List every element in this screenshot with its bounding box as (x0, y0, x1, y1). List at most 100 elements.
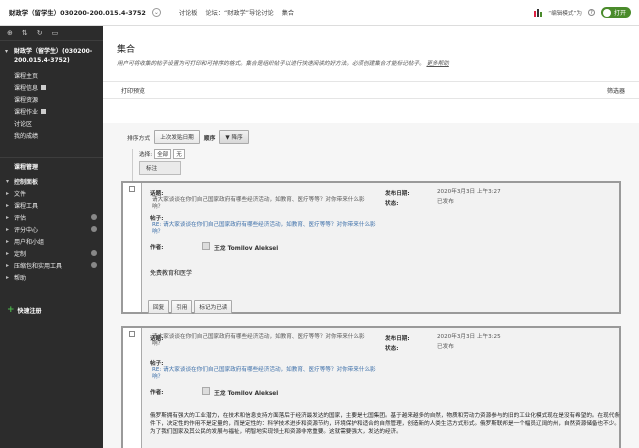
divider (132, 149, 133, 181)
select-label: 选择: (139, 152, 153, 158)
hidden-indicator-icon (41, 108, 47, 114)
edit-mode-label: “编辑模式”为 (548, 10, 582, 17)
post-label: 帖子: (150, 361, 164, 367)
status-label: 状态: (385, 201, 399, 207)
subject-text: 请大家谈谈在你们自己国家政府有哪些经济活动，如教育、医疗等等？对你带来什么影响？ (152, 197, 365, 210)
sidebar-item-label: 课程资源 (14, 96, 39, 104)
toggle-label: 打开 (613, 10, 626, 17)
description-text: 用户可将收集的帖子设置为可打印和可排序的格式。集合是组织帖子以进行快速阅读的好方… (117, 61, 425, 67)
sidebar-tool-customization[interactable]: 定制 (0, 247, 103, 259)
course-name[interactable]: 财政学（留学生）(030200-200.015.4-3752) (0, 41, 103, 69)
sort-by-label: 排序方式 (127, 135, 151, 142)
add-icon[interactable]: ⊕ (7, 29, 13, 37)
post-card: 话题: 请大家谈谈在你们自己国家政府有哪些经济活动，如教育、医疗等等？对你带来什… (121, 326, 621, 448)
post-meta: 话题: 请大家谈谈在你们自己国家政府有哪些经济活动，如教育、医疗等等？对你带来什… (142, 183, 619, 255)
quick-enroll-label: 快速注册 (17, 307, 42, 315)
author-name[interactable]: 王龙 Tomilov Aleksei (214, 388, 278, 397)
breadcrumb-discussion-board[interactable]: 讨论板 (179, 8, 198, 17)
sidebar-tool-label: 评估 (14, 214, 27, 222)
subject-label: 话题: (150, 191, 164, 197)
subject-text: 请大家谈谈在你们自己国家政府有哪些经济活动，如教育、医疗等等？对你带来什么影响？ (152, 334, 365, 347)
sidebar-tool-label: 用户和小组 (14, 238, 45, 246)
course-menu-toolbar: ⊕ ⇅ ↻ ▭ (0, 26, 103, 41)
post-status: 已发布 (437, 344, 454, 350)
breadcrumb-forum[interactable]: 论坛：“财政学”导论讨论 (205, 8, 273, 17)
sidebar-item-discussion[interactable]: 讨论区 (0, 117, 103, 129)
sidebar-item-label: 讨论区 (14, 120, 33, 128)
sidebar-tool-grade-center[interactable]: 评分中心 (0, 223, 103, 235)
main-content: 集合 用户可将收集的帖子设置为可打印和可排序的格式。集合是组织帖子以进行快速阅读… (103, 26, 639, 448)
sidebar-tool-help[interactable]: 帮助 (0, 271, 103, 283)
sort-order-select[interactable]: ▼ 降序 (219, 130, 249, 144)
reply-button[interactable]: 回复 (148, 300, 170, 314)
post-checkbox[interactable] (129, 331, 135, 337)
edit-mode-toggle[interactable]: 打开 (600, 7, 631, 18)
sidebar-tool-course-tools[interactable]: 课程工具 (0, 199, 103, 211)
date-label: 发布日期: (385, 336, 410, 342)
sidebar-tool-control-panel[interactable]: 控制面板 (0, 175, 103, 187)
top-bar: 财政学（留学生）030200-200.015.4-3752 ⌄ 讨论板 论坛：“… (0, 0, 639, 26)
edit-mode-icon (534, 8, 543, 17)
sidebar-tool-label: 评分中心 (14, 226, 39, 234)
info-icon[interactable] (91, 250, 97, 256)
sidebar-item-grades[interactable]: 我的成绩 (0, 129, 103, 141)
action-bar: 打印预览 筛选器 (103, 82, 639, 99)
sidebar-item-label: 课程主页 (14, 72, 39, 80)
sort-field-select[interactable]: 上次发贴日期 (154, 130, 200, 144)
mark-read-button[interactable]: 标记为已读 (194, 300, 233, 314)
sidebar-tool-files[interactable]: 文件 (0, 187, 103, 199)
post-message: 免费教育和医学 (150, 270, 193, 277)
post-date: 2020年3月3日 上午3:25 (437, 334, 501, 340)
post-status: 已发布 (437, 199, 454, 205)
post-body: 话题: 请大家谈谈在你们自己国家政府有哪些经济活动，如教育、医疗等等？对你带来什… (141, 183, 619, 314)
reorder-icon[interactable]: ⇅ (22, 29, 28, 37)
course-title[interactable]: 财政学（留学生）030200-200.015.4-3752 (9, 8, 146, 17)
hidden-indicator-icon (41, 84, 47, 90)
help-icon[interactable]: ? (587, 9, 595, 16)
sidebar-tool-evaluation[interactable]: 评估 (0, 211, 103, 223)
date-label: 发布日期: (385, 191, 410, 197)
quote-button[interactable]: 引用 (171, 300, 193, 314)
sidebar-tool-label: 文件 (14, 190, 27, 198)
toggle-knob (602, 8, 611, 17)
filter-button[interactable]: 筛选器 (607, 86, 625, 95)
collection-area: 排序方式 上次发贴日期 顺序 ▼ 降序 选择: 全部 无 标注 话题: 请大家谈… (103, 123, 639, 448)
post-card: 话题: 请大家谈谈在你们自己国家政府有哪些经济活动，如教育、医疗等等？对你带来什… (121, 181, 621, 314)
sidebar-item-assignments[interactable]: 课程作业 (0, 105, 103, 117)
sidebar-item-resources[interactable]: 课程资源 (0, 93, 103, 105)
print-preview-button[interactable]: 打印预览 (121, 86, 145, 95)
sidebar-tool-label: 帮助 (14, 274, 27, 282)
info-icon[interactable] (91, 226, 97, 232)
post-actions: 回复 引用 标记为已读 (148, 300, 233, 314)
author-label: 作者: (150, 390, 164, 396)
select-all-button[interactable]: 全部 (154, 149, 172, 159)
author-label: 作者: (150, 245, 164, 251)
refresh-icon[interactable]: ↻ (37, 29, 43, 37)
tag-button[interactable]: 标注 (139, 161, 181, 175)
sidebar-tool-packages-utilities[interactable]: 压缩包和实用工具 (0, 259, 103, 271)
sidebar-tool-users-groups[interactable]: 用户和小组 (0, 235, 103, 247)
more-help-link[interactable]: 更多帮助 (426, 61, 448, 67)
sidebar-item-label: 课程作业 (14, 108, 39, 116)
post-link[interactable]: RE: 请大家谈谈在你们自己国家政府有哪些经济活动，如教育、医疗等等？对你带来什… (152, 222, 382, 236)
post-checkbox[interactable] (129, 186, 135, 192)
select-none-button[interactable]: 无 (173, 149, 185, 159)
page-header: 集合 用户可将收集的帖子设置为可打印和可排序的格式。集合是组织帖子以进行快速阅读… (103, 26, 639, 82)
sidebar-item-label: 我的成绩 (14, 132, 39, 140)
post-date: 2020年3月3日 上午3:27 (437, 189, 501, 195)
post-link[interactable]: RE: 请大家谈谈在你们自己国家政府有哪些经济活动，如教育、医疗等等？对你带来什… (152, 367, 382, 381)
order-label: 顺序 (203, 135, 216, 142)
info-icon[interactable] (91, 262, 97, 268)
post-body: 话题: 请大家谈谈在你们自己国家政府有哪些经济活动，如教育、医疗等等？对你带来什… (141, 328, 620, 448)
sidebar-tool-label: 课程工具 (14, 202, 39, 210)
avatar (202, 242, 210, 250)
plus-icon: + (7, 305, 15, 315)
chevron-down-icon[interactable]: ⌄ (151, 8, 161, 17)
window-icon[interactable]: ▭ (52, 29, 59, 37)
sidebar-item-home[interactable]: 课程主页 (0, 69, 103, 81)
course-menu: ⊕ ⇅ ↻ ▭ 财政学（留学生）(030200-200.015.4-3752) … (0, 26, 103, 448)
author-name[interactable]: 王龙 Tomilov Aleksei (214, 243, 278, 252)
quick-enroll[interactable]: + 快速注册 (0, 301, 103, 319)
info-icon[interactable] (91, 214, 97, 220)
sidebar-item-info[interactable]: 课程信息 (0, 81, 103, 93)
